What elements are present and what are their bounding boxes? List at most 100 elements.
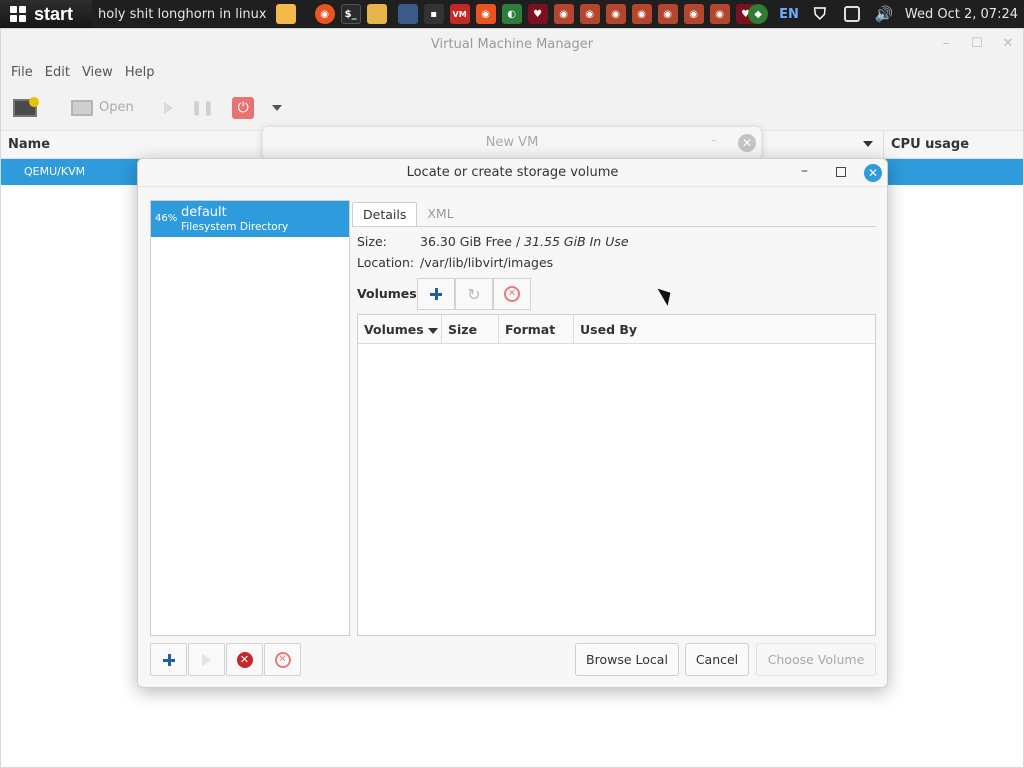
play-icon [163,101,173,114]
size-used-value: 31.55 GiB In Use [524,234,629,249]
ubuntu-icon[interactable]: ◉ [657,4,678,24]
size-free-value: 36.30 GiB Free / [420,234,525,249]
files-icon[interactable] [366,4,387,24]
plus-icon [162,653,175,666]
minimize-icon[interactable]: – [939,37,953,51]
shutdown-menu-button[interactable] [268,93,286,123]
keyboard-layout-indicator[interactable]: EN [779,7,799,22]
cancel-button[interactable]: Cancel [685,643,749,676]
pool-usage-percent: 46% [155,213,178,224]
menu-edit[interactable]: Edit [39,65,76,80]
maximize-icon[interactable] [836,167,846,177]
ubuntu-icon[interactable]: ◉ [605,4,626,24]
open-button[interactable]: Open [67,93,138,123]
size-row: Size: 36.30 GiB Free / 31.55 GiB In Use [357,234,629,249]
location-value: /var/lib/libvirt/images [420,255,554,270]
column-used-by[interactable]: Used By [574,315,875,344]
shell-icon[interactable]: ◐ [501,4,522,24]
column-volumes[interactable]: Volumes [358,315,442,344]
new-vm-button[interactable] [9,93,41,123]
ubuntu-icon[interactable]: ◉ [631,4,652,24]
play-icon [202,653,211,666]
start-label: start [34,3,74,24]
toolbar: Open ❚❚ ⏻ [1,85,1023,131]
wine-icon[interactable]: ♥ [527,4,548,24]
storage-pool-list: 46% default Filesystem Directory [150,200,350,636]
run-button[interactable] [160,93,177,123]
ubuntu-icon[interactable]: ◉ [579,4,600,24]
ubuntu-icon[interactable]: ◉ [475,4,496,24]
plus-icon [430,288,442,300]
pool-name: default [181,205,227,220]
location-row: Location: /var/lib/libvirt/images [357,255,553,270]
clock[interactable]: Wed Oct 2, 07:24 [905,7,1018,22]
sort-arrow-icon [427,327,438,334]
monitor-icon [71,99,93,116]
ubuntu-icon[interactable]: ◉ [709,4,730,24]
window-titlebar[interactable]: Virtual Machine Manager – ☐ ✕ [1,29,1023,59]
chevron-down-icon [272,104,283,111]
open-button-label: Open [99,100,134,115]
window-title: Virtual Machine Manager [430,36,594,52]
terminal-icon[interactable]: $_ [340,4,361,24]
active-task-button[interactable]: holy shit longhorn in linux [98,7,267,22]
pool-item-default[interactable]: 46% default Filesystem Directory [151,201,349,237]
delete-volume-button[interactable]: ✕ [493,278,531,310]
ubuntu-icon[interactable]: ◉ [683,4,704,24]
ubuntu-icon[interactable]: ◉ [553,4,574,24]
shield-tray-icon[interactable]: ⛉ [810,4,830,24]
window-tray-icon[interactable] [843,6,860,22]
power-icon: ⏻ [232,96,255,119]
minimize-icon[interactable]: – [711,133,717,147]
sort-arrow-icon[interactable] [863,141,873,147]
add-pool-button[interactable] [150,643,187,676]
menubar: File Edit View Help [1,59,1023,85]
location-label: Location: [357,255,415,270]
column-format[interactable]: Format [499,315,574,344]
column-size[interactable]: Size [442,315,499,344]
windows-logo-icon [10,6,26,22]
volumes-label: Volumes [357,286,417,301]
stop-pool-button[interactable]: ✕ [226,643,263,676]
monitor-new-icon [13,96,39,117]
refresh-icon: ↻ [467,284,481,304]
folder-icon[interactable] [275,4,296,24]
system-tray: ◆ EN ⛉ 🔊 Wed Oct 2, 07:24 [745,0,1024,28]
volumes-table-header: Volumes Size Format Used By [358,315,875,344]
tab-xml[interactable]: XML [417,202,463,226]
terminal-small-icon[interactable]: ▪ [423,4,444,24]
volume-tray-icon[interactable]: 🔊 [874,4,894,24]
close-icon[interactable]: ✕ [1001,37,1015,51]
menu-view[interactable]: View [76,65,119,80]
shutdown-button[interactable]: ⏻ [228,93,258,123]
delete-circle-icon: ✕ [274,651,291,668]
refresh-volumes-button[interactable]: ↻ [455,278,493,310]
size-label: Size: [357,234,387,249]
menu-help[interactable]: Help [119,65,161,80]
network-tray-icon[interactable]: ◆ [748,4,769,24]
pool-details-panel: Size: 36.30 GiB Free / 31.55 GiB In Use L… [352,226,876,636]
choose-volume-button[interactable]: Choose Volume [756,643,876,676]
vmm-icon[interactable]: VM [449,4,470,24]
network-icon[interactable] [397,4,418,24]
tab-details[interactable]: Details [352,202,418,226]
maximize-icon[interactable]: ☐ [970,37,984,51]
volumes-table: Volumes Size Format Used By [357,314,876,636]
browse-local-button[interactable]: Browse Local [575,643,679,676]
minimize-icon[interactable]: – [801,163,808,179]
start-button[interactable]: start [0,0,92,28]
dialog-titlebar[interactable]: Locate or create storage volume – ✕ [138,159,887,187]
pause-button[interactable]: ❚❚ [187,93,218,123]
add-volume-button[interactable] [417,278,455,310]
delete-pool-button[interactable]: ✕ [264,643,301,676]
start-pool-button[interactable] [188,643,225,676]
close-icon[interactable]: ✕ [864,164,882,182]
pool-type: Filesystem Directory [181,221,289,233]
new-vm-window: New VM – ✕ [262,126,762,160]
ubuntu-icon[interactable]: ◉ [314,4,335,24]
close-icon[interactable]: ✕ [738,134,756,152]
column-cpu-usage[interactable]: CPU usage [883,131,969,159]
menu-file[interactable]: File [5,65,39,80]
delete-circle-icon: ✕ [504,286,520,302]
column-name[interactable]: Name [1,137,50,152]
